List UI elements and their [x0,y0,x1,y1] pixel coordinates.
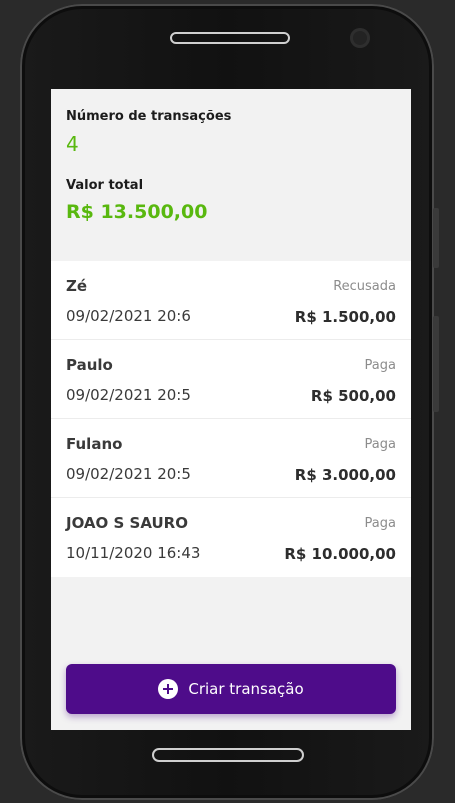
transaction-name: JOAO S SAURO [66,514,188,532]
transaction-amount: R$ 1.500,00 [294,308,396,326]
app-screen: Número de transações 4 Valor total R$ 13… [51,89,411,730]
transaction-name: Fulano [66,435,123,453]
volume-button [433,316,439,412]
transaction-count-value: 4 [66,132,79,156]
total-value-label: Valor total [66,178,144,193]
transaction-count-label: Número de transações [66,109,232,124]
transaction-row[interactable]: Paulo Paga 09/02/2021 20:5 R$ 500,00 [51,340,411,419]
earpiece-speaker [170,32,290,44]
transaction-status: Paga [364,437,396,452]
transaction-status: Recusada [333,279,396,294]
create-transaction-label: Criar transação [188,680,304,698]
transaction-amount: R$ 500,00 [310,387,396,405]
transaction-amount: R$ 3.000,00 [294,466,396,484]
power-button [433,208,439,268]
bottom-speaker [152,748,304,762]
front-camera [350,28,370,48]
transaction-name: Paulo [66,356,113,374]
transaction-row[interactable]: Fulano Paga 09/02/2021 20:5 R$ 3.000,00 [51,419,411,498]
total-value: R$ 13.500,00 [66,201,208,223]
plus-circle-icon [158,679,179,699]
transaction-status: Paga [364,516,396,531]
create-transaction-button[interactable]: Criar transação [66,664,396,714]
transaction-row[interactable]: Zé Recusada 09/02/2021 20:6 R$ 1.500,00 [51,261,411,340]
transaction-row[interactable]: JOAO S SAURO Paga 10/11/2020 16:43 R$ 10… [51,498,411,577]
transaction-status: Paga [364,358,396,373]
transaction-list: Zé Recusada 09/02/2021 20:6 R$ 1.500,00 … [51,261,411,577]
summary-panel: Número de transações 4 Valor total R$ 13… [51,89,411,261]
transaction-amount: R$ 10.000,00 [284,545,396,563]
